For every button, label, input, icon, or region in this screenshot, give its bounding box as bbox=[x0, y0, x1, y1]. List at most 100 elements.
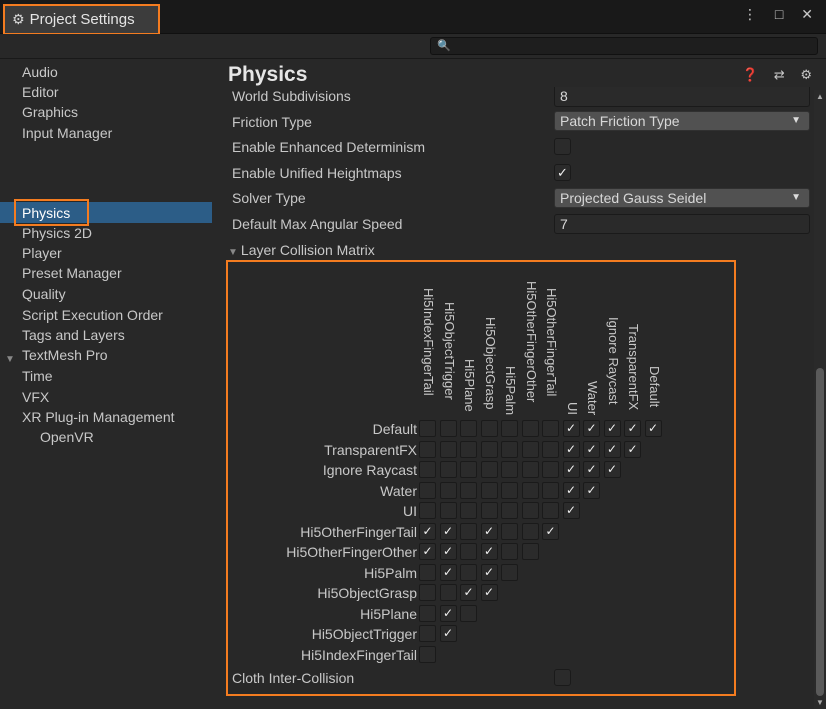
matrix-checkbox[interactable] bbox=[460, 522, 477, 540]
matrix-checkbox[interactable] bbox=[460, 420, 477, 437]
matrix-checkbox[interactable] bbox=[542, 420, 559, 437]
matrix-checkbox[interactable] bbox=[542, 502, 559, 519]
matrix-checkbox[interactable] bbox=[501, 522, 518, 540]
matrix-checkbox[interactable] bbox=[542, 440, 559, 458]
matrix-checkbox[interactable] bbox=[439, 502, 457, 519]
layer-collision-matrix-foldout[interactable]: ▼ Layer Collision Matrix bbox=[228, 242, 375, 258]
matrix-checkbox[interactable] bbox=[521, 543, 539, 560]
matrix-checkbox[interactable] bbox=[419, 563, 436, 581]
matrix-checkbox[interactable] bbox=[521, 420, 539, 437]
matrix-checkbox[interactable]: ✓ bbox=[562, 420, 580, 437]
matrix-checkbox[interactable] bbox=[521, 522, 539, 540]
matrix-checkbox[interactable] bbox=[521, 440, 539, 458]
matrix-checkbox[interactable] bbox=[501, 543, 518, 560]
matrix-checkbox[interactable] bbox=[460, 604, 477, 622]
matrix-checkbox[interactable]: ✓ bbox=[583, 440, 600, 458]
matrix-checkbox[interactable]: ✓ bbox=[439, 563, 457, 581]
sidebar-item-tags-and-layers[interactable]: Tags and Layers bbox=[22, 325, 125, 345]
sidebar-item-openvr[interactable]: OpenVR bbox=[40, 427, 94, 447]
sidebar-item-vfx[interactable]: VFX bbox=[22, 387, 49, 407]
matrix-checkbox[interactable] bbox=[501, 461, 518, 478]
matrix-checkbox[interactable] bbox=[521, 461, 539, 478]
matrix-checkbox[interactable] bbox=[419, 481, 436, 499]
matrix-checkbox[interactable] bbox=[460, 543, 477, 560]
matrix-checkbox[interactable]: ✓ bbox=[603, 440, 621, 458]
matrix-checkbox[interactable]: ✓ bbox=[562, 481, 580, 499]
matrix-checkbox[interactable]: ✓ bbox=[480, 584, 498, 601]
matrix-checkbox[interactable] bbox=[439, 584, 457, 601]
matrix-checkbox[interactable] bbox=[460, 461, 477, 478]
search-input[interactable]: 🔍 bbox=[430, 37, 818, 55]
matrix-checkbox[interactable] bbox=[419, 584, 436, 601]
matrix-checkbox[interactable] bbox=[419, 440, 436, 458]
matrix-checkbox[interactable] bbox=[460, 502, 477, 519]
sidebar-item-audio[interactable]: Audio bbox=[22, 62, 58, 82]
enhanced-determinism-checkbox[interactable] bbox=[554, 138, 571, 155]
matrix-checkbox[interactable]: ✓ bbox=[480, 543, 498, 560]
scroll-down-arrow-icon[interactable]: ▼ bbox=[816, 698, 824, 707]
matrix-checkbox[interactable] bbox=[480, 481, 498, 499]
project-settings-tab[interactable]: ⚙ Project Settings bbox=[3, 4, 160, 35]
matrix-checkbox[interactable] bbox=[419, 461, 436, 478]
expand-triangle-icon[interactable]: ▼ bbox=[5, 354, 15, 365]
matrix-checkbox[interactable] bbox=[419, 625, 436, 642]
matrix-checkbox[interactable] bbox=[501, 481, 518, 499]
matrix-checkbox[interactable]: ✓ bbox=[439, 604, 457, 622]
vertical-scrollbar[interactable]: ▲ ▼ bbox=[814, 90, 826, 709]
unified-heightmaps-checkbox[interactable]: ✓ bbox=[554, 164, 571, 181]
sidebar-item-script-execution-order[interactable]: Script Execution Order bbox=[22, 305, 163, 325]
sidebar-item-quality[interactable]: Quality bbox=[22, 284, 66, 304]
matrix-checkbox[interactable] bbox=[439, 440, 457, 458]
matrix-checkbox[interactable]: ✓ bbox=[624, 440, 641, 458]
matrix-checkbox[interactable]: ✓ bbox=[439, 543, 457, 560]
matrix-checkbox[interactable]: ✓ bbox=[644, 420, 662, 437]
matrix-checkbox[interactable] bbox=[501, 440, 518, 458]
matrix-checkbox[interactable]: ✓ bbox=[624, 420, 641, 437]
matrix-checkbox[interactable] bbox=[419, 420, 436, 437]
matrix-checkbox[interactable] bbox=[460, 440, 477, 458]
matrix-checkbox[interactable]: ✓ bbox=[583, 420, 600, 437]
matrix-checkbox[interactable]: ✓ bbox=[480, 522, 498, 540]
matrix-checkbox[interactable] bbox=[439, 481, 457, 499]
matrix-checkbox[interactable]: ✓ bbox=[562, 502, 580, 519]
matrix-checkbox[interactable]: ✓ bbox=[419, 522, 436, 540]
matrix-checkbox[interactable] bbox=[521, 502, 539, 519]
matrix-checkbox[interactable]: ✓ bbox=[583, 461, 600, 478]
matrix-checkbox[interactable] bbox=[439, 461, 457, 478]
matrix-checkbox[interactable] bbox=[501, 563, 518, 581]
sidebar-item-physics-2d[interactable]: Physics 2D bbox=[22, 223, 92, 243]
matrix-checkbox[interactable] bbox=[480, 461, 498, 478]
matrix-checkbox[interactable]: ✓ bbox=[562, 440, 580, 458]
sidebar-item-xr-plugin-management[interactable]: XR Plug-in Management bbox=[22, 407, 175, 427]
matrix-checkbox[interactable]: ✓ bbox=[419, 543, 436, 560]
matrix-checkbox[interactable] bbox=[439, 420, 457, 437]
matrix-checkbox[interactable] bbox=[480, 440, 498, 458]
world-subdivisions-field[interactable]: 8 bbox=[554, 87, 810, 107]
matrix-checkbox[interactable] bbox=[501, 502, 518, 519]
window-controls[interactable]: ⋮ □ ✕ bbox=[743, 6, 820, 23]
matrix-checkbox[interactable] bbox=[501, 420, 518, 437]
matrix-checkbox[interactable] bbox=[460, 563, 477, 581]
header-icons[interactable]: ❓ ⇄ ⚙ bbox=[742, 67, 818, 83]
scrollbar-thumb[interactable] bbox=[816, 368, 824, 696]
sidebar-item-graphics[interactable]: Graphics bbox=[22, 102, 78, 122]
matrix-checkbox[interactable]: ✓ bbox=[439, 522, 457, 540]
matrix-checkbox[interactable] bbox=[419, 502, 436, 519]
matrix-checkbox[interactable] bbox=[419, 645, 436, 663]
solver-type-dropdown[interactable]: Projected Gauss Seidel ▼ bbox=[554, 188, 810, 208]
sidebar-item-player[interactable]: Player bbox=[22, 243, 62, 263]
sidebar-item-time[interactable]: Time bbox=[22, 366, 53, 386]
matrix-checkbox[interactable]: ✓ bbox=[603, 461, 621, 478]
scroll-up-arrow-icon[interactable]: ▲ bbox=[816, 92, 824, 101]
matrix-checkbox[interactable]: ✓ bbox=[562, 461, 580, 478]
matrix-checkbox[interactable]: ✓ bbox=[542, 522, 559, 540]
matrix-checkbox[interactable] bbox=[542, 481, 559, 499]
matrix-checkbox[interactable] bbox=[460, 481, 477, 499]
sidebar-item-input-manager[interactable]: Input Manager bbox=[22, 123, 112, 143]
sidebar-item-editor[interactable]: Editor bbox=[22, 82, 59, 102]
matrix-checkbox[interactable]: ✓ bbox=[439, 625, 457, 642]
matrix-checkbox[interactable]: ✓ bbox=[480, 563, 498, 581]
matrix-checkbox[interactable]: ✓ bbox=[603, 420, 621, 437]
matrix-checkbox[interactable] bbox=[480, 502, 498, 519]
matrix-checkbox[interactable] bbox=[419, 604, 436, 622]
